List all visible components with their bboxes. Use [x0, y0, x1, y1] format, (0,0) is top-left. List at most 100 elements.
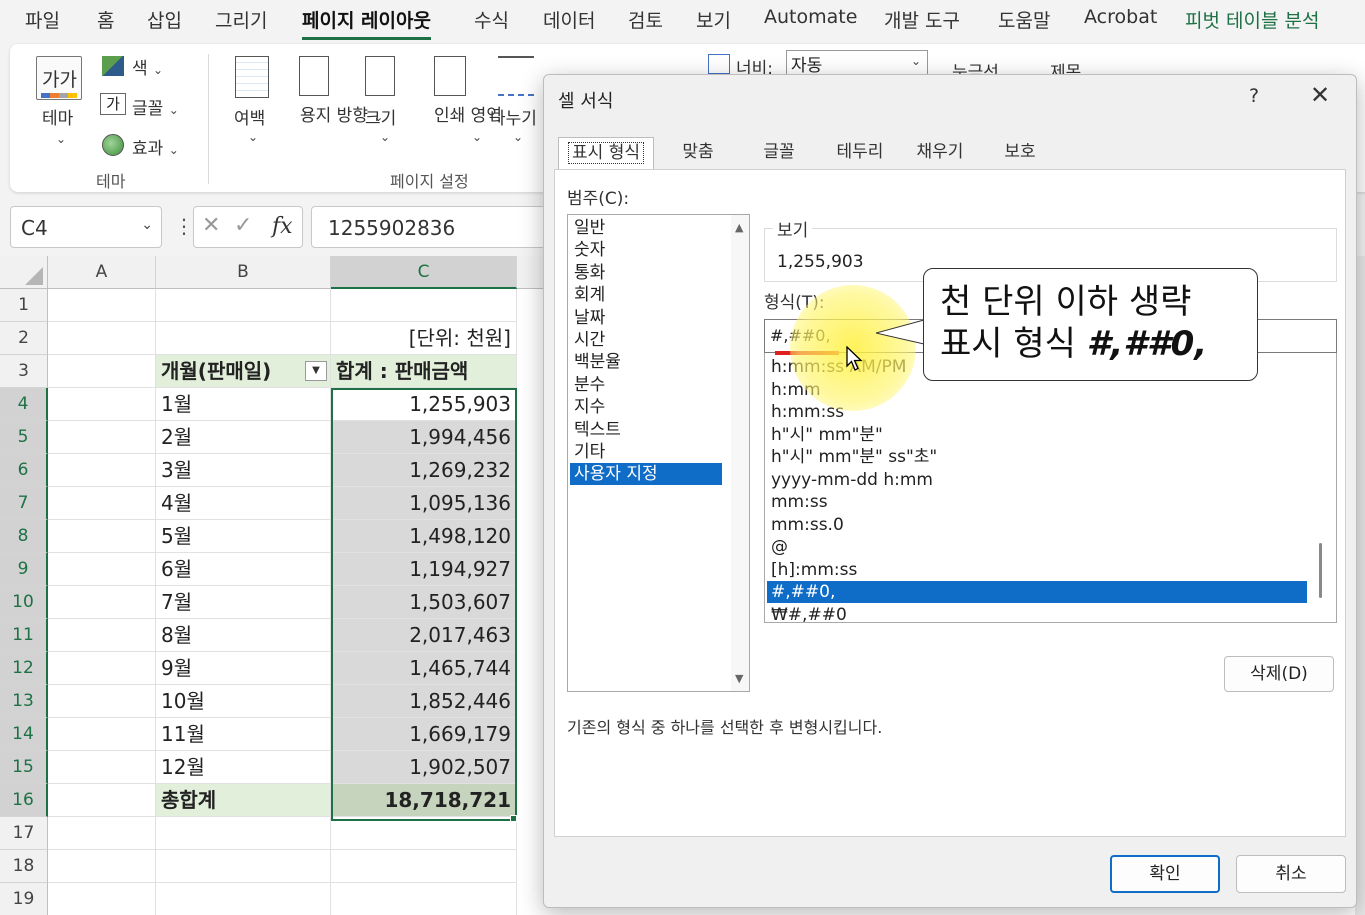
month-cell[interactable]: 3월: [156, 454, 331, 487]
cell-b19[interactable]: [156, 883, 331, 915]
value-cell[interactable]: 1,994,456: [331, 421, 517, 454]
cell-a5[interactable]: [48, 421, 156, 454]
format-list[interactable]: h:mm:ss AM/PM h:mm h:mm:ss h"시" mm"분" h"시" m…: [764, 353, 1337, 623]
breaks-button[interactable]: 나누기: [490, 104, 537, 129]
format-item[interactable]: yyyy-mm-dd h:mm: [767, 469, 1307, 491]
tab-font[interactable]: 글꼴: [742, 137, 816, 169]
cell-b1[interactable]: [156, 289, 331, 322]
tab-number[interactable]: 표시 형식: [558, 137, 654, 170]
cell-a6[interactable]: [48, 454, 156, 487]
cell-a16[interactable]: [48, 784, 156, 817]
cell-a18[interactable]: [48, 850, 156, 883]
row-header-18[interactable]: 18: [0, 850, 48, 883]
menu-home[interactable]: 홈: [97, 6, 114, 33]
cell-a12[interactable]: [48, 652, 156, 685]
format-item[interactable]: mm:ss: [767, 491, 1307, 513]
format-item[interactable]: h"시" mm"분": [767, 424, 1307, 446]
row-header-14[interactable]: 14: [0, 718, 48, 751]
effects-button[interactable]: 효과 ⌄: [132, 134, 179, 159]
scroll-up-icon[interactable]: ▲: [735, 221, 743, 234]
more-options-icon[interactable]: ⋮: [174, 214, 194, 238]
tab-border[interactable]: 테두리: [822, 137, 898, 169]
format-item[interactable]: h:mm: [767, 379, 1307, 401]
enter-icon[interactable]: ✓: [234, 213, 252, 238]
scroll-down-icon[interactable]: ▼: [735, 672, 743, 685]
menu-data[interactable]: 데이터: [543, 6, 595, 33]
row-header-8[interactable]: 8: [0, 520, 48, 553]
row-header-16[interactable]: 16: [0, 784, 48, 817]
format-item[interactable]: @: [767, 536, 1307, 558]
close-icon[interactable]: ✕: [1310, 81, 1330, 109]
cell-a8[interactable]: [48, 520, 156, 553]
menu-insert[interactable]: 삽입: [147, 6, 182, 33]
menu-formulas[interactable]: 수식: [474, 6, 509, 33]
menu-help[interactable]: 도움말: [998, 6, 1050, 33]
cell-b18[interactable]: [156, 850, 331, 883]
format-item[interactable]: #,##0,: [767, 581, 1307, 603]
row-header-4[interactable]: 4: [0, 388, 48, 421]
fonts-button[interactable]: 글꼴 ⌄: [132, 94, 179, 119]
cell-a1[interactable]: [48, 289, 156, 322]
grand-total-value[interactable]: 18,718,721: [331, 784, 517, 817]
row-header-1[interactable]: 1: [0, 289, 48, 322]
format-item[interactable]: h:mm:ss: [767, 401, 1307, 423]
row-header-19[interactable]: 19: [0, 883, 48, 915]
column-header-c[interactable]: C: [331, 256, 517, 289]
category-list[interactable]: 일반 숫자 통화 회계 날짜 시간 백분율 분수 지수 텍스트 기타 사용자 지정 ▲ ▼: [567, 214, 750, 692]
cell-c1[interactable]: [331, 289, 517, 322]
margins-button[interactable]: 여백: [234, 104, 265, 129]
filter-dropdown-icon[interactable]: ▼: [305, 361, 327, 381]
format-item[interactable]: h"시" mm"분" ss"초": [767, 446, 1307, 468]
category-item[interactable]: 시간: [570, 329, 722, 351]
row-header-9[interactable]: 9: [0, 553, 48, 586]
category-item[interactable]: 통화: [570, 262, 722, 284]
tab-alignment[interactable]: 맞춤: [660, 137, 736, 169]
themes-button[interactable]: 가가: [36, 56, 82, 100]
formula-input[interactable]: 1255902836: [311, 206, 571, 248]
menu-pivot-analyze[interactable]: 피벗 테이블 분석: [1185, 6, 1319, 33]
cancel-button[interactable]: 취소: [1236, 855, 1346, 893]
menu-file[interactable]: 파일: [25, 6, 60, 33]
cell-a2[interactable]: [48, 322, 156, 355]
category-item[interactable]: 분수: [570, 374, 722, 396]
month-cell[interactable]: 2월: [156, 421, 331, 454]
row-header-3[interactable]: 3: [0, 355, 48, 388]
menu-acrobat[interactable]: Acrobat: [1084, 6, 1157, 28]
category-item[interactable]: 사용자 지정: [570, 463, 722, 486]
cell-a9[interactable]: [48, 553, 156, 586]
month-cell[interactable]: 12월: [156, 751, 331, 784]
row-header-12[interactable]: 12: [0, 652, 48, 685]
tab-fill[interactable]: 채우기: [902, 137, 978, 169]
value-cell[interactable]: 1,503,607: [331, 586, 517, 619]
fill-handle[interactable]: [510, 815, 517, 822]
cell-b17[interactable]: [156, 817, 331, 850]
cell-c19[interactable]: [331, 883, 517, 915]
menu-automate[interactable]: Automate: [764, 6, 857, 28]
menu-review[interactable]: 검토: [628, 6, 663, 33]
cell-a10[interactable]: [48, 586, 156, 619]
menu-page-layout[interactable]: 페이지 레이아웃: [302, 6, 431, 40]
cell-a14[interactable]: [48, 718, 156, 751]
format-item[interactable]: mm:ss.0: [767, 514, 1307, 536]
cell-b2[interactable]: [156, 322, 331, 355]
row-header-10[interactable]: 10: [0, 586, 48, 619]
month-cell[interactable]: 4월: [156, 487, 331, 520]
format-scrollbar[interactable]: [1319, 543, 1322, 598]
value-cell[interactable]: 1,498,120: [331, 520, 517, 553]
month-cell[interactable]: 6월: [156, 553, 331, 586]
insert-function-icon[interactable]: fx: [272, 214, 293, 239]
unit-note[interactable]: [단위: 천원]: [331, 322, 517, 355]
category-item[interactable]: 기타: [570, 441, 722, 463]
delete-button[interactable]: 삭제(D): [1224, 656, 1334, 692]
colors-button[interactable]: 색 ⌄: [132, 54, 163, 79]
cell-a17[interactable]: [48, 817, 156, 850]
value-cell[interactable]: 1,852,446: [331, 685, 517, 718]
menu-developer[interactable]: 개발 도구: [884, 6, 960, 33]
month-cell[interactable]: 11월: [156, 718, 331, 751]
format-item[interactable]: ₩#,##0: [767, 604, 1307, 623]
category-item[interactable]: 지수: [570, 396, 722, 418]
value-cell[interactable]: 2,017,463: [331, 619, 517, 652]
month-cell[interactable]: 9월: [156, 652, 331, 685]
cell-a7[interactable]: [48, 487, 156, 520]
ok-button[interactable]: 확인: [1110, 855, 1220, 893]
